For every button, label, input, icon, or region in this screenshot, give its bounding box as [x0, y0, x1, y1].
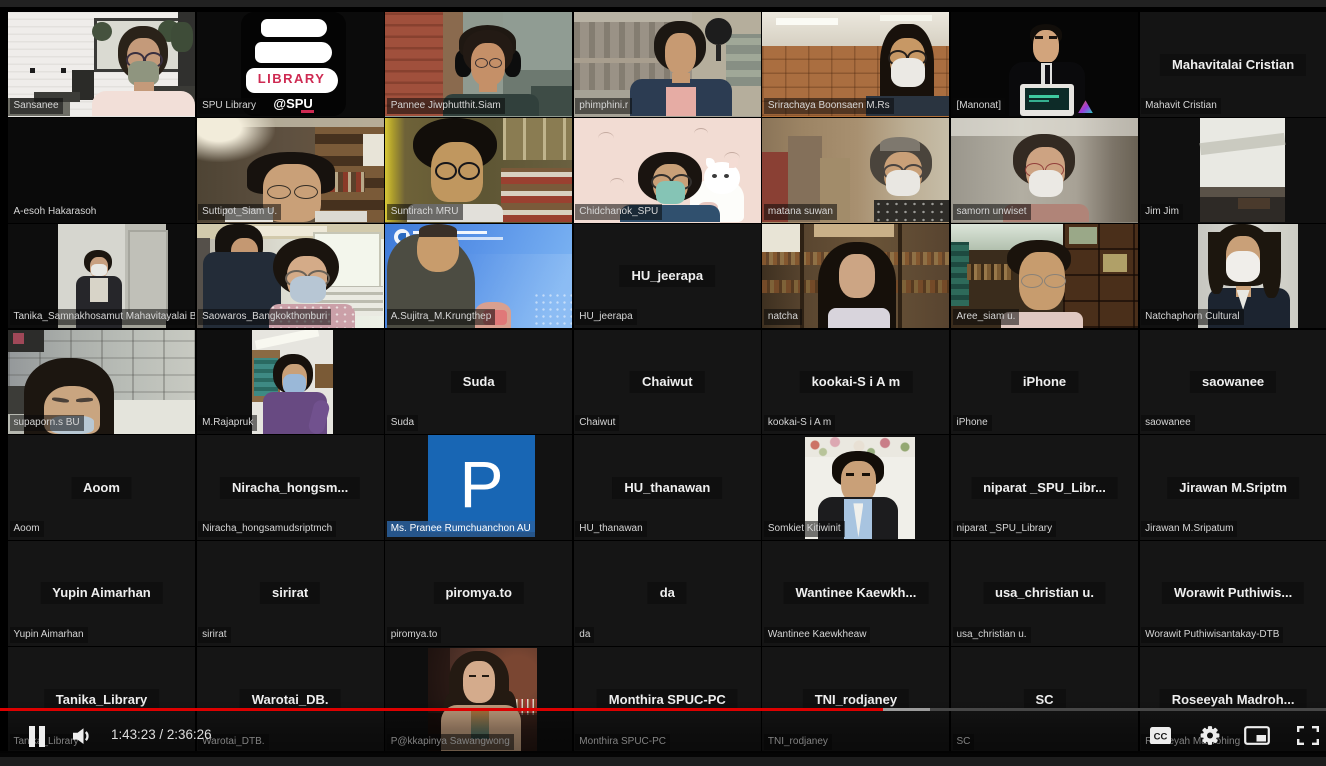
svg-text:CC: CC — [1154, 731, 1168, 742]
